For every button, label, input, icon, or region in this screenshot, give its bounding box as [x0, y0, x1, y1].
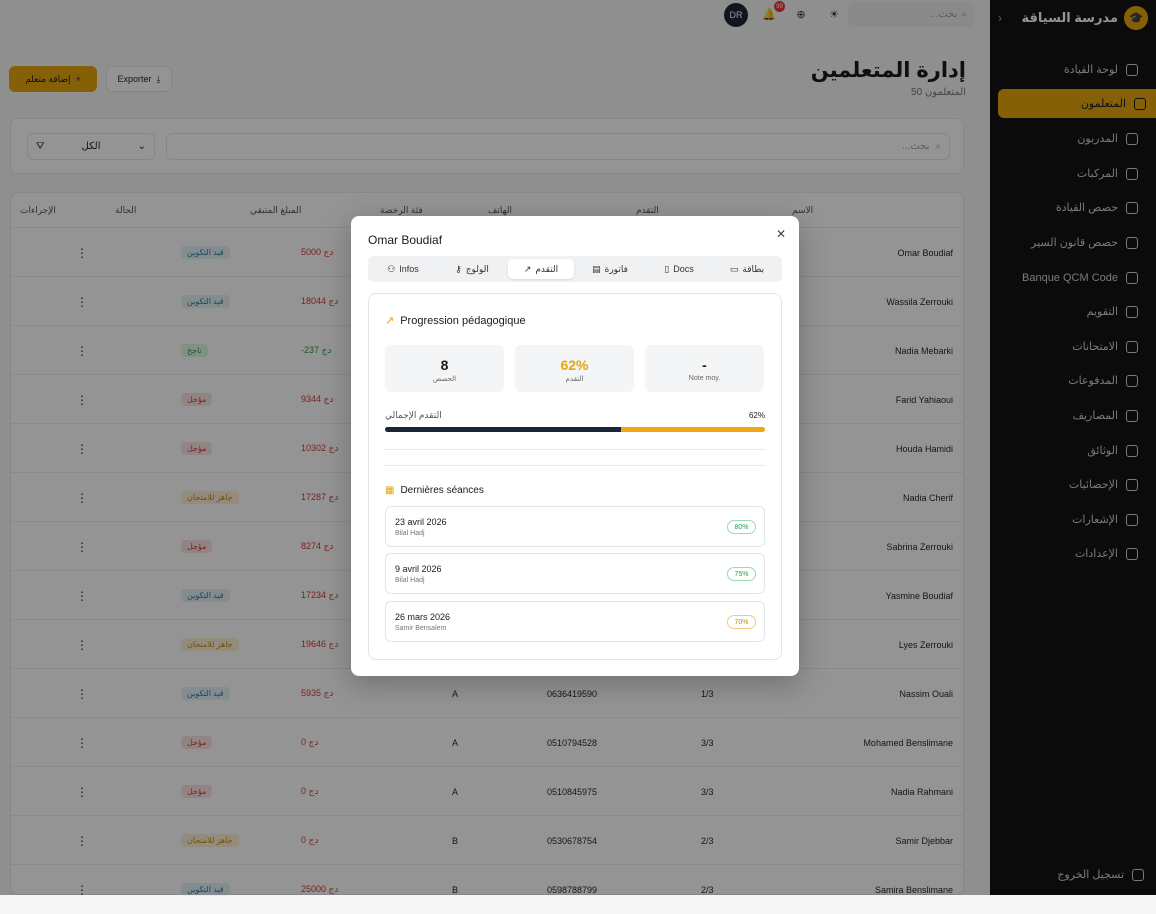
stat-average-value: -	[702, 357, 707, 373]
sessions-section-label: Dernières séances	[400, 485, 484, 496]
session-date: 9 avril 2026	[395, 564, 442, 574]
progress-section-label: Progression pédagogique	[400, 314, 526, 327]
stat-average-label: Note moy.	[688, 375, 721, 382]
session-instructor: Samir Bensalem	[395, 625, 447, 632]
card-icon: ▭	[729, 263, 739, 274]
tab-access-label: الولوج	[465, 263, 489, 274]
tab-invoice[interactable]: ▤ فاتورة	[577, 259, 643, 279]
tab-card[interactable]: ▭ بطاقة	[714, 259, 780, 279]
divider	[385, 449, 765, 450]
trending-up-icon: ↗	[385, 315, 395, 327]
modal-title: Omar Boudiaf	[368, 233, 443, 247]
stat-progress-value: 62%	[560, 357, 589, 373]
stat-progress: 62% التقدم	[515, 345, 634, 392]
divider	[385, 465, 765, 466]
document-icon: ▯	[664, 263, 670, 274]
stat-progress-label: التقدم	[565, 376, 584, 383]
stat-sessions-value: 8	[440, 357, 449, 373]
stat-sessions: 8 الحصص	[385, 345, 504, 392]
overall-progress-fill	[385, 427, 621, 432]
tab-progress-label: التقدم	[535, 263, 559, 274]
stat-sessions-label: الحصص	[432, 376, 457, 383]
modal-tabs: ⚇ Infos ⚷ الولوج ↗ التقدم ▤ فاتورة ▯ Docs ▭ بط…	[368, 256, 782, 282]
close-icon[interactable]: ✕	[776, 227, 786, 241]
overall-progress-bar	[385, 427, 765, 432]
user-icon: ⚇	[387, 263, 396, 274]
session-item: 9 avril 2026 Bilal Hadj 75%	[385, 553, 765, 594]
session-score-badge: 80%	[727, 520, 756, 534]
session-instructor: Bilal Hadj	[395, 577, 425, 584]
tab-infos[interactable]: ⚇ Infos	[370, 259, 436, 279]
key-icon: ⚷	[455, 263, 462, 274]
session-item: 26 mars 2026 Samir Bensalem 70%	[385, 601, 765, 642]
overall-label: التقدم الإجمالي	[385, 410, 442, 420]
tab-docs[interactable]: ▯ Docs	[646, 259, 712, 279]
session-item: 23 avril 2026 Bilal Hadj 80%	[385, 506, 765, 547]
sessions-section-title: ▦ Dernières séances	[385, 485, 484, 496]
progress-section-title: ↗ Progression pédagogique	[385, 314, 526, 328]
progress-panel: ↗ Progression pédagogique 8 الحصص 62% ال…	[368, 293, 782, 660]
tab-progress[interactable]: ↗ التقدم	[508, 259, 574, 279]
tab-invoice-label: فاتورة	[604, 263, 628, 274]
tab-docs-label: Docs	[673, 264, 694, 274]
session-date: 26 mars 2026	[395, 612, 451, 622]
tab-access[interactable]: ⚷ الولوج	[439, 259, 505, 279]
session-date: 23 avril 2026	[395, 517, 447, 527]
calendar-icon: ▦	[385, 485, 395, 496]
learner-details-modal: Omar Boudiaf ✕ ⚇ Infos ⚷ الولوج ↗ التقدم ▤ ف…	[351, 216, 799, 676]
tab-card-label: بطاقة	[742, 263, 765, 274]
overall-value: 62%	[748, 411, 765, 420]
tab-infos-label: Infos	[399, 264, 419, 274]
trending-up-icon: ↗	[523, 263, 532, 274]
session-instructor: Bilal Hadj	[395, 530, 425, 537]
stat-average: - Note moy.	[645, 345, 764, 392]
session-score-badge: 70%	[727, 615, 756, 629]
session-score-badge: 75%	[727, 567, 756, 581]
receipt-icon: ▤	[592, 263, 601, 274]
